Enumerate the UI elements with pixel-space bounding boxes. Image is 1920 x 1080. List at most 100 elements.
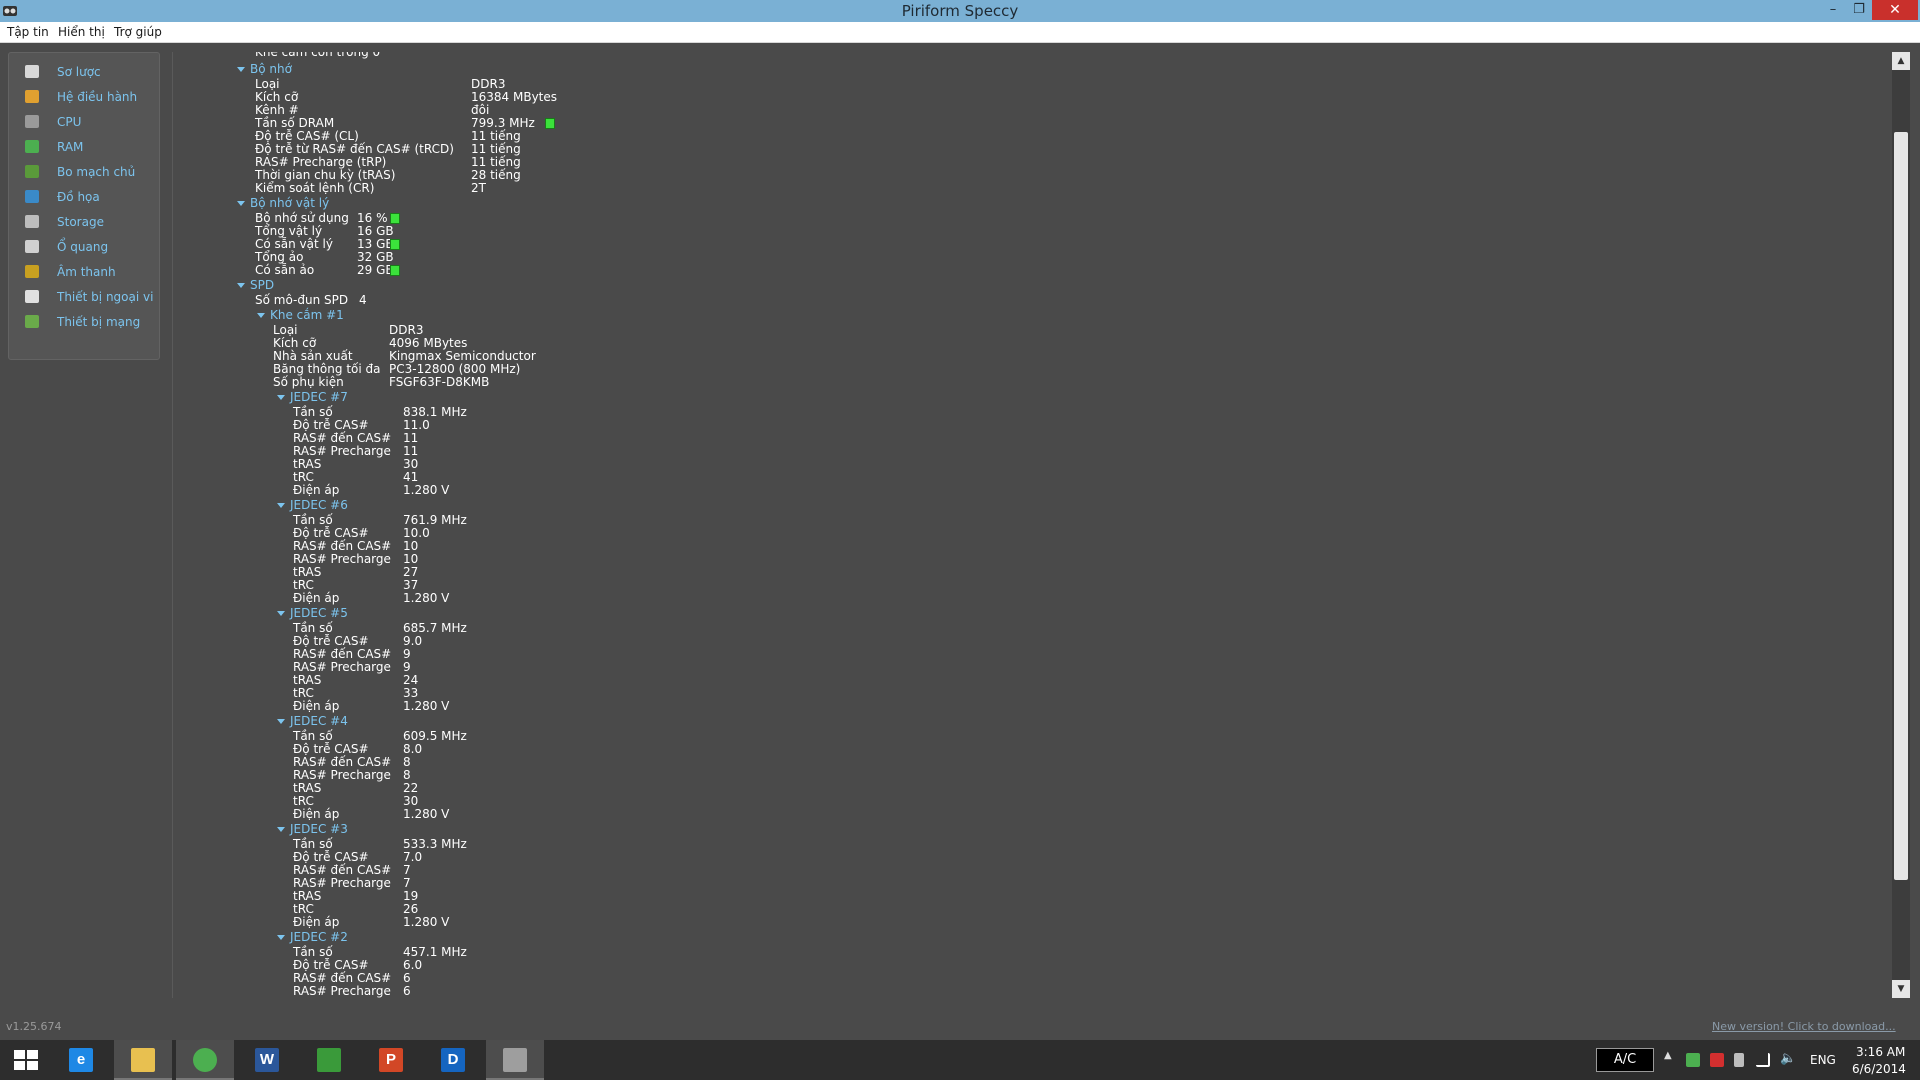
details-panel[interactable]: Khe cắm còn trống 0 Bộ nhớ Loại DDR3 Kích cỡ… [172,52,1892,998]
collapse-arrow-icon[interactable] [237,283,245,288]
menu-view[interactable]: Hiển thị [58,22,105,43]
sidebar-item-label: Ổ quang [57,240,109,254]
property-row: Băng thông tối đa PC3-12800 (800 MHz) [273,363,973,376]
scroll-down-arrow-icon[interactable]: ▼ [1892,980,1910,998]
property-row: Điện áp 1.280 V [293,808,993,821]
maximize-button[interactable]: ❐ [1846,0,1872,20]
menu-file[interactable]: Tập tin [7,22,49,43]
property-key: Số phụ kiện [273,375,344,389]
language-indicator[interactable]: ENG [1810,1053,1836,1067]
clock-time[interactable]: 3:16 AM [1856,1045,1905,1059]
collapse-arrow-icon[interactable] [237,67,245,72]
taskbar-store[interactable] [300,1040,358,1080]
property-row: Tần số 457.1 MHz [293,946,993,959]
section-jedec-1[interactable]: JEDEC #6 [277,499,348,512]
property-row: Độ trễ CAS# 11.0 [293,419,993,432]
antivirus-tray-icon[interactable] [1710,1053,1724,1067]
property-value: 1.280 V [403,591,450,605]
scroll-up-arrow-icon[interactable]: ▲ [1892,52,1910,70]
sidebar-item-3[interactable]: RAM [17,136,153,158]
wifi-signal-icon[interactable] [1756,1053,1770,1067]
section-physical-memory[interactable]: Bộ nhớ vật lý [237,197,329,210]
vertical-scrollbar[interactable]: ▲ ▼ [1892,52,1910,998]
property-row: tRAS 30 [293,458,993,471]
sidebar-item-label: Âm thanh [57,265,116,279]
show-hidden-icons-icon[interactable]: ▲ [1664,1050,1672,1061]
taskbar-file-explorer[interactable] [114,1040,172,1080]
sidebar-item-1[interactable]: Hệ điều hành [17,86,153,108]
property-row: Tần số 761.9 MHz [293,514,993,527]
sidebar: Sơ lược Hệ điều hành CPU RAM Bo mạch chủ Đồ h… [8,52,160,360]
property-value: 6 [403,984,411,998]
sidebar-item-5[interactable]: Đồ họa [17,186,153,208]
section-jedec-3[interactable]: JEDEC #4 [277,715,348,728]
property-row: Điện áp 1.280 V [293,592,993,605]
nvidia-tray-icon[interactable] [1686,1053,1700,1067]
section-jedec-0[interactable]: JEDEC #7 [277,391,348,404]
collapse-arrow-icon[interactable] [237,201,245,206]
taskbar-internet-explorer[interactable]: e [52,1040,110,1080]
close-button[interactable]: ✕ [1872,0,1918,20]
collapse-arrow-icon[interactable] [277,827,285,832]
property-row: RAS# Precharge 11 [293,445,993,458]
property-row: Tần số 609.5 MHz [293,730,993,743]
status-bar: v1.25.674 New version! Click to download… [0,1012,1920,1040]
property-value: 1.280 V [403,483,450,497]
section-header-label: SPD [250,278,275,292]
version-label: v1.25.674 [6,1020,62,1033]
property-key: Điện áp [293,699,340,713]
collapse-arrow-icon[interactable] [277,395,285,400]
property-row: tRC 26 [293,903,993,916]
sidebar-item-10[interactable]: Thiết bị mạng [17,311,153,333]
sidebar-item-7[interactable]: Ổ quang [17,236,153,258]
clock-date[interactable]: 6/6/2014 [1852,1062,1906,1076]
volume-icon[interactable]: 🔈 [1780,1051,1796,1066]
menu-help[interactable]: Trợ giúp [114,22,162,43]
property-row: RAS# Precharge 7 [293,877,993,890]
property-row: tRC 33 [293,687,993,700]
taskbar: A/C ▲ 🔈 ENG 3:16 AM 6/6/2014 e W P D [0,1040,1920,1080]
collapse-arrow-icon[interactable] [277,503,285,508]
property-row: tRAS 22 [293,782,993,795]
property-row: tRC 37 [293,579,993,592]
taskbar-word[interactable]: W [238,1040,296,1080]
property-row: Tần số 685.7 MHz [293,622,993,635]
collapse-arrow-icon[interactable] [277,611,285,616]
collapse-arrow-icon[interactable] [277,719,285,724]
collapse-arrow-icon[interactable] [277,935,285,940]
window-title: Piriform Speccy [901,2,1019,20]
property-key: Số mô-đun SPD [255,293,349,307]
property-row: RAS# Precharge 10 [293,553,993,566]
section-jedec-4[interactable]: JEDEC #3 [277,823,348,836]
taskbar-start-button[interactable] [0,1040,50,1080]
battery-icon[interactable] [1734,1053,1744,1067]
sidebar-item-0[interactable]: Sơ lược [17,61,153,83]
property-value: 1.280 V [403,807,450,821]
section-jedec-5[interactable]: JEDEC #2 [277,931,348,944]
update-link[interactable]: New version! Click to download... [1712,1020,1896,1033]
sidebar-item-2[interactable]: CPU [17,111,153,133]
summary-icon [25,65,39,78]
taskbar-powerpoint[interactable]: P [362,1040,420,1080]
ac-indicator[interactable]: A/C [1596,1048,1654,1072]
section-jedec-2[interactable]: JEDEC #5 [277,607,348,620]
property-row: Độ trễ CAS# 8.0 [293,743,993,756]
section-memory[interactable]: Bộ nhớ [237,63,292,76]
powerpoint-icon: P [379,1048,403,1072]
status-indicator-icon [390,213,400,224]
scroll-thumb[interactable] [1894,132,1908,880]
taskbar-dictionary[interactable]: D [424,1040,482,1080]
taskbar-speccy[interactable] [486,1040,544,1080]
minimize-button[interactable]: – [1820,0,1846,20]
sidebar-item-8[interactable]: Âm thanh [17,261,153,283]
sidebar-item-6[interactable]: Storage [17,211,153,233]
sidebar-item-4[interactable]: Bo mạch chủ [17,161,153,183]
property-row: Điện áp 1.280 V [293,916,993,929]
property-row: Có sẵn ảo 29 GB [255,264,955,277]
section-slot-1[interactable]: Khe cắm #1 [257,309,344,322]
taskbar-chrome[interactable] [176,1040,234,1080]
sidebar-item-9[interactable]: Thiết bị ngoại vi [17,286,153,308]
collapse-arrow-icon[interactable] [257,313,265,318]
section-spd[interactable]: SPD [237,279,274,292]
property-row: tRAS 19 [293,890,993,903]
